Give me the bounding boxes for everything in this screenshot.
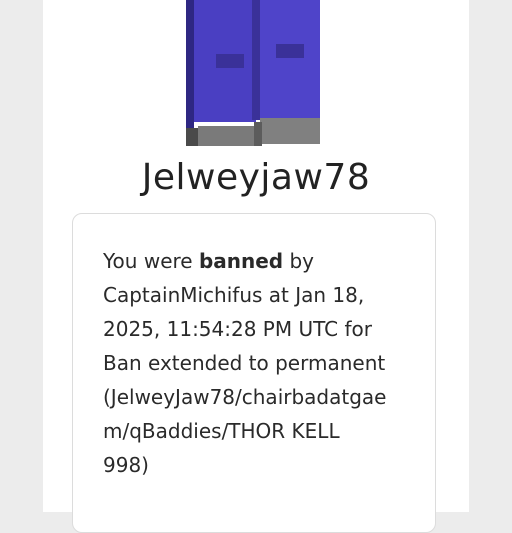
ban-status-word: banned: [198, 249, 284, 273]
ban-message-line: m/qBaddies/THOR KELL: [103, 419, 340, 443]
ban-message-line: You were banned by: [103, 244, 433, 278]
username: Jelweyjaw78: [141, 157, 371, 198]
ban-prefix: You were: [103, 249, 199, 273]
avatar: [186, 0, 322, 146]
ban-message-line: 2025, 11:54:28 PM UTC for: [103, 317, 372, 341]
ban-message-line: (JelweyJaw78/chairbadatgae: [103, 385, 387, 409]
ban-message-line: Ban extended to permanent: [103, 351, 386, 375]
ban-message: You were banned by CaptainMichifus at Ja…: [103, 244, 433, 482]
ban-message-line: CaptainMichifus at Jan 18,: [103, 283, 365, 307]
ban-by-word: by: [283, 249, 314, 273]
ban-message-line: 998): [103, 453, 149, 477]
avatar-legs-icon: [186, 0, 320, 146]
